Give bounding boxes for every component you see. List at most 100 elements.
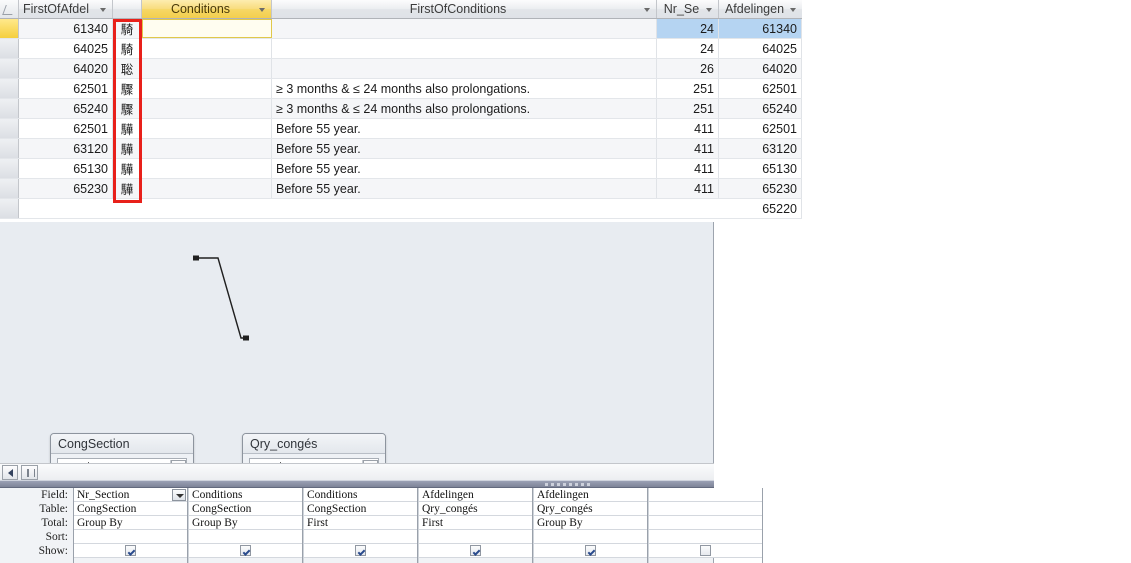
cell-firstofafdel[interactable]: 65230 xyxy=(19,179,113,198)
query-design-upper-pane[interactable]: CongSection *Nr_SectionTitreChapitreInti… xyxy=(0,222,714,563)
cell-conditions[interactable] xyxy=(142,139,272,158)
column-header-nr-se[interactable]: Nr_Se xyxy=(657,0,719,18)
cell-firstofconditions[interactable]: ≥ 3 months & ≤ 24 months also prolongati… xyxy=(272,99,657,118)
query-cell-field[interactable] xyxy=(649,488,762,502)
scroll-left-button[interactable] xyxy=(2,465,18,480)
cell-nr_se[interactable]: 24 xyxy=(657,39,719,58)
row-selector[interactable] xyxy=(0,179,19,198)
cell-firstofafdel[interactable]: 65130 xyxy=(19,159,113,178)
cell-afdelingen[interactable]: 65240 xyxy=(719,99,802,118)
cell-afdelingen[interactable]: 61340 xyxy=(719,19,802,38)
row-selector[interactable] xyxy=(0,159,19,178)
table-row[interactable]: 62501 驟 ≥ 3 months & ≤ 24 months also prol… xyxy=(0,79,802,99)
query-cell-total[interactable]: Group By xyxy=(534,516,647,530)
column-header-firstofafdel[interactable]: FirstOfAfdel xyxy=(19,0,113,18)
column-header-afdelingen[interactable]: Afdelingen xyxy=(719,0,802,18)
query-cell-table[interactable]: CongSection xyxy=(189,502,302,516)
query-grid-column[interactable]: Afdelingen Qry_congés First xyxy=(418,488,533,563)
cell-firstofafdel[interactable]: 65240 xyxy=(19,99,113,118)
cell-afdelingen[interactable]: 65220 xyxy=(719,199,802,218)
table-row[interactable]: 63120 驊 Before 55 year. 411 63120 xyxy=(0,139,802,159)
query-cell-table[interactable]: CongSection xyxy=(304,502,417,516)
query-cell-table[interactable]: CongSection xyxy=(74,502,187,516)
show-checkbox[interactable] xyxy=(470,545,481,556)
row-selector[interactable] xyxy=(0,139,19,158)
row-selector[interactable] xyxy=(0,99,19,118)
table-row[interactable]: 62501 驊 Before 55 year. 411 62501 xyxy=(0,119,802,139)
cell-nr_se[interactable]: 411 xyxy=(657,179,719,198)
show-checkbox[interactable] xyxy=(125,545,136,556)
cell-conditions[interactable] xyxy=(142,59,272,78)
cell-afdelingen[interactable]: 62501 xyxy=(719,119,802,138)
row-selector[interactable] xyxy=(0,59,19,78)
cell-firstofconditions[interactable]: Before 55 year. xyxy=(272,119,657,138)
table-row[interactable]: 65230 驊 Before 55 year. 411 65230 xyxy=(0,179,802,199)
cell-afdelingen[interactable]: 63120 xyxy=(719,139,802,158)
query-cell-total[interactable]: Group By xyxy=(189,516,302,530)
cell-afdelingen[interactable]: 65230 xyxy=(719,179,802,198)
cell-conditions[interactable] xyxy=(142,19,272,38)
cell-narrow[interactable]: 驊 xyxy=(113,139,142,158)
pane-splitter[interactable] xyxy=(0,480,714,488)
query-cell-total[interactable]: First xyxy=(304,516,417,530)
cell-conditions[interactable] xyxy=(142,39,272,58)
query-cell-total[interactable]: First xyxy=(419,516,532,530)
query-grid-column[interactable] xyxy=(648,488,763,563)
show-checkbox[interactable] xyxy=(355,545,366,556)
cell-conditions[interactable] xyxy=(142,79,272,98)
query-cell-sort[interactable] xyxy=(304,530,417,544)
row-selector[interactable] xyxy=(0,19,19,38)
query-cell-sort[interactable] xyxy=(189,530,302,544)
table-row[interactable]: 64020 聡 26 64020 xyxy=(0,59,802,79)
row-selector[interactable] xyxy=(0,39,19,58)
select-all-corner[interactable] xyxy=(0,0,19,18)
cell-conditions[interactable] xyxy=(142,179,272,198)
cell-firstofconditions[interactable] xyxy=(272,59,657,78)
column-header-narrow[interactable] xyxy=(113,0,142,18)
query-grid-column[interactable]: Afdelingen Qry_congés Group By xyxy=(533,488,648,563)
chevron-down-icon[interactable] xyxy=(99,5,108,14)
cell-firstofafdel[interactable]: 63120 xyxy=(19,139,113,158)
table-row[interactable]: 65220 xyxy=(0,199,802,219)
query-cell-show[interactable] xyxy=(189,544,302,558)
horizontal-scroll-thumb[interactable] xyxy=(21,465,38,480)
query-cell-show[interactable] xyxy=(74,544,187,558)
query-cell-total[interactable]: Group By xyxy=(74,516,187,530)
cell-narrow[interactable]: 驊 xyxy=(113,119,142,138)
field-dropdown-button[interactable] xyxy=(172,489,186,501)
cell-nr_se[interactable]: 251 xyxy=(657,99,719,118)
chevron-down-icon[interactable] xyxy=(705,5,714,14)
cell-nr_se[interactable]: 411 xyxy=(657,159,719,178)
cell-nr_se[interactable]: 251 xyxy=(657,79,719,98)
cell-nr_se[interactable]: 26 xyxy=(657,59,719,78)
query-cell-table[interactable] xyxy=(649,502,762,516)
cell-narrow[interactable]: 驊 xyxy=(113,159,142,178)
query-cell-field[interactable]: Afdelingen xyxy=(534,488,647,502)
row-selector[interactable] xyxy=(0,119,19,138)
query-design-grid[interactable]: Field: Table: Total: Sort: Show: Nr_Section C… xyxy=(0,488,763,563)
query-cell-table[interactable]: Qry_congés xyxy=(534,502,647,516)
cell-narrow[interactable]: 騎 xyxy=(113,19,142,38)
query-grid-column[interactable]: Nr_Section CongSection Group By xyxy=(73,488,188,563)
cell-firstofafdel[interactable]: 61340 xyxy=(19,19,113,38)
query-cell-sort[interactable] xyxy=(534,530,647,544)
cell-firstofafdel[interactable]: 62501 xyxy=(19,79,113,98)
design-pane-horizontal-scrollbar[interactable] xyxy=(0,463,714,480)
query-cell-field[interactable]: Afdelingen xyxy=(419,488,532,502)
query-cell-show[interactable] xyxy=(649,544,762,558)
show-checkbox[interactable] xyxy=(585,545,596,556)
show-checkbox[interactable] xyxy=(240,545,251,556)
cell-conditions[interactable] xyxy=(142,159,272,178)
cell-conditions[interactable] xyxy=(142,99,272,118)
table-row[interactable]: 61340 騎 24 61340 xyxy=(0,19,802,39)
cell-nr_se[interactable]: 411 xyxy=(657,119,719,138)
query-cell-field[interactable]: Nr_Section xyxy=(74,488,187,502)
query-grid-column[interactable]: Conditions CongSection First xyxy=(303,488,418,563)
cell-conditions[interactable] xyxy=(142,119,272,138)
cell-afdelingen[interactable]: 62501 xyxy=(719,79,802,98)
cell-narrow[interactable]: 騎 xyxy=(113,39,142,58)
cell-narrow[interactable]: 驟 xyxy=(113,99,142,118)
query-cell-total[interactable] xyxy=(649,516,762,530)
cell-firstofafdel[interactable]: 64020 xyxy=(19,59,113,78)
cell-narrow[interactable]: 聡 xyxy=(113,59,142,78)
